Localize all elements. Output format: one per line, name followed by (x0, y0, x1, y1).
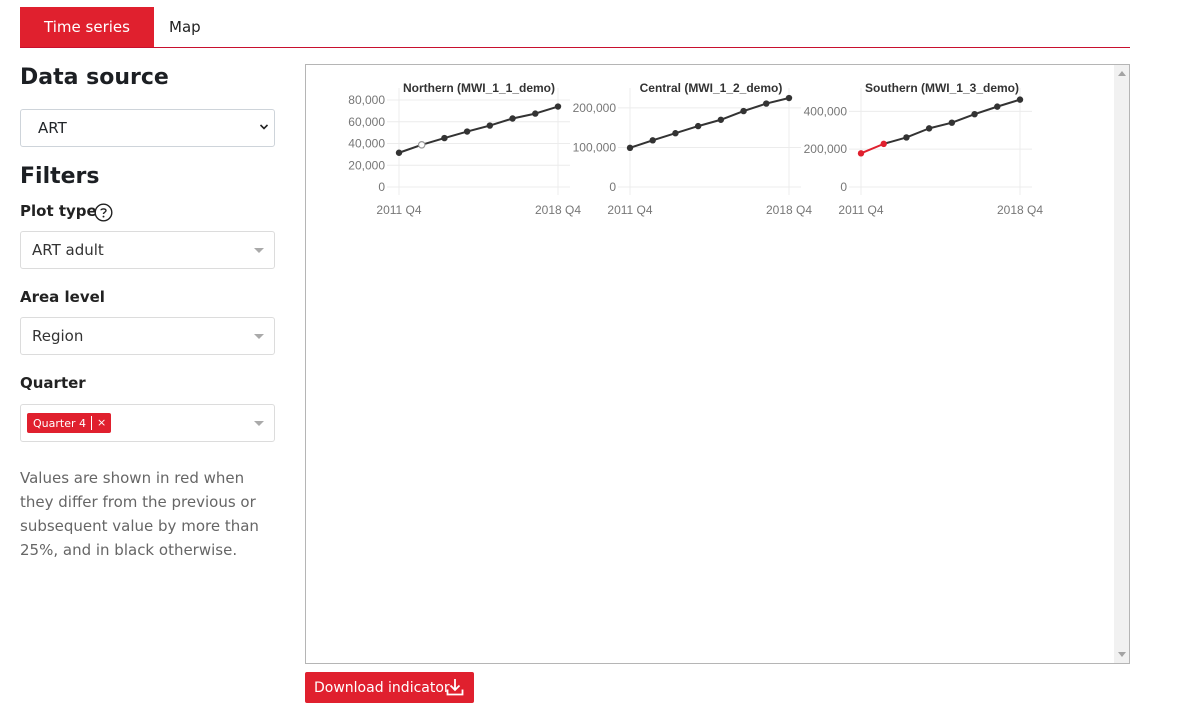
filters-heading: Filters (20, 164, 100, 189)
series-line-segment (951, 113, 975, 124)
data-point (441, 134, 448, 142)
data-source-heading: Data source (20, 65, 169, 90)
scroll-up-icon[interactable] (1118, 71, 1126, 76)
data-point (925, 125, 933, 132)
series-line-segment (974, 105, 998, 116)
series-line-segment (534, 105, 559, 115)
area-level-select[interactable]: Region (20, 317, 275, 355)
data-point (417, 141, 426, 149)
data-point (672, 130, 679, 137)
data-point (694, 122, 702, 130)
data-point (763, 100, 770, 107)
remove-chip-icon[interactable]: × (91, 416, 111, 430)
tab-time-series[interactable]: Time series (20, 7, 154, 47)
tab-bar: Time series Map (20, 7, 1130, 48)
series-line-segment (444, 130, 468, 140)
area-level-label: Area level (20, 288, 105, 306)
data-point (463, 128, 471, 135)
chart-title: Northern (MWI_1_1_demo) (403, 81, 555, 95)
x-tick-label: 2011 Q4 (838, 203, 883, 217)
area-level-value: Region (32, 327, 84, 345)
tab-map[interactable]: Map (153, 7, 217, 47)
data-point (532, 110, 539, 117)
x-tick-label: 2011 Q4 (376, 203, 421, 217)
caret-down-icon (254, 248, 264, 253)
plot-type-value: ART adult (32, 241, 104, 259)
y-tick-label: 0 (840, 180, 847, 194)
y-tick-label: 0 (609, 180, 616, 194)
y-tick-label: 80,000 (348, 93, 385, 107)
y-tick-label: 200,000 (573, 101, 617, 115)
y-tick-label: 100,000 (573, 140, 617, 154)
plot-type-label: Plot type (20, 202, 97, 220)
series-line-segment (906, 127, 930, 139)
data-point (971, 110, 978, 118)
download-indicator-button[interactable]: Download indicator (305, 672, 474, 703)
y-tick-label: 0 (378, 180, 385, 194)
data-point (857, 150, 865, 157)
data-source-select[interactable]: ART (20, 109, 275, 147)
series-line-segment (720, 110, 744, 121)
data-point (1016, 96, 1024, 103)
series-line-segment (466, 124, 491, 133)
quarter-label: Quarter (20, 374, 86, 392)
chart-title: Southern (MWI_1_3_demo) (865, 81, 1019, 95)
scroll-down-icon[interactable] (1118, 652, 1126, 657)
data-point (395, 149, 403, 156)
download-button-label: Download indicator (314, 679, 450, 696)
scrollbar[interactable] (1114, 65, 1129, 663)
data-point (740, 107, 747, 115)
data-source-value: ART (38, 119, 67, 137)
series-line-segment (743, 102, 767, 113)
quarter-chip-label: Quarter 4 (33, 416, 86, 430)
quarter-chip: Quarter 4 × (27, 413, 112, 433)
data-point (486, 122, 494, 129)
download-icon (446, 679, 464, 696)
series-line-segment (766, 97, 790, 105)
help-circle-icon[interactable] (94, 203, 113, 222)
data-point (903, 134, 910, 141)
help-text: Values are shown in red when they differ… (20, 469, 259, 559)
series-line-segment (652, 132, 676, 142)
y-tick-label: 200,000 (804, 142, 848, 156)
data-point (880, 140, 887, 148)
quarter-select[interactable]: Quarter 4 × (20, 404, 275, 442)
series-line-segment (629, 139, 654, 149)
data-point (509, 115, 516, 122)
series-line-segment (675, 125, 699, 135)
series-line-segment (996, 98, 1021, 108)
series-line-segment (512, 112, 536, 120)
charts-svg: Northern (MWI_1_1_demo) 0 20,000 40,000 60,0… (348, 81, 1043, 217)
data-point (554, 103, 562, 110)
y-tick-label: 60,000 (348, 115, 385, 129)
x-tick-label: 2018 Q4 (535, 203, 581, 217)
y-tick-label: 20,000 (348, 158, 385, 172)
y-tick-label: 40,000 (348, 137, 385, 151)
series-line-segment (697, 118, 722, 128)
caret-down-icon (254, 421, 264, 426)
series-line-segment (928, 121, 953, 130)
data-point (649, 137, 656, 144)
data-point (626, 144, 634, 152)
chart-title: Central (MWI_1_2_demo) (640, 81, 783, 95)
plot-type-select[interactable]: ART adult (20, 231, 275, 269)
data-point (948, 119, 956, 126)
data-point (717, 116, 725, 123)
data-point (994, 103, 1001, 110)
y-tick-label: 400,000 (804, 104, 848, 118)
x-tick-label: 2018 Q4 (766, 203, 812, 217)
data-point (785, 94, 793, 102)
caret-down-icon (254, 334, 264, 339)
x-tick-label: 2011 Q4 (607, 203, 652, 217)
x-tick-label: 2018 Q4 (997, 203, 1043, 217)
series-line-segment (860, 142, 885, 155)
series-line-segment (883, 136, 907, 145)
chevron-down-icon (260, 124, 268, 130)
plot-area: Northern (MWI_1_1_demo) 0 20,000 40,000 60,0… (305, 64, 1130, 664)
